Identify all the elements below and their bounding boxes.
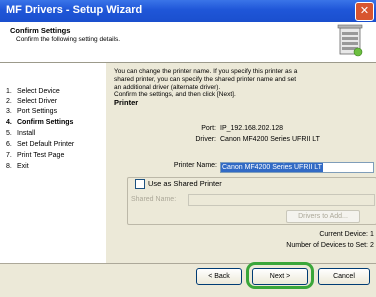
shared-printer-toggle[interactable]: Use as Shared Printer (135, 179, 224, 190)
close-button[interactable]: ✕ (355, 2, 374, 21)
port-label: Port: (201, 125, 216, 132)
current-device-label: Current Device: (319, 231, 368, 238)
step-item: 1. Select Device (6, 88, 60, 95)
page-subtitle: Confirm the following setting details. (16, 36, 121, 43)
shared-name-label: Shared Name: (131, 196, 177, 203)
wizard-header: Confirm Settings Confirm the following s… (0, 22, 376, 63)
step-item: 2. Select Driver (6, 98, 58, 105)
page-title: Confirm Settings (10, 26, 71, 35)
printer-name-input[interactable]: Canon MF4200 Series UFRII LT (220, 162, 374, 173)
driver-value: Canon MF4200 Series UFRII LT (220, 136, 320, 143)
next-button[interactable]: Next > (252, 268, 308, 285)
port-value: IP_192.168.202.128 (220, 125, 284, 132)
back-button[interactable]: < Back (196, 268, 242, 285)
window-title: MF Drivers - Setup Wizard (6, 4, 143, 16)
shared-name-input[interactable] (188, 194, 375, 206)
step-item: 5. Install (6, 130, 36, 137)
devices-to-set-value: 2 (370, 242, 374, 249)
settings-panel: You can change the printer name. If you … (108, 63, 376, 263)
step-item-current: 4. Confirm Settings (6, 119, 74, 126)
printer-name-label: Printer Name: (173, 162, 217, 169)
driver-label: Driver: (195, 136, 216, 143)
printer-name-value: Canon MF4200 Series UFRII LT (221, 163, 323, 172)
printer-setup-icon (336, 24, 364, 60)
footer-divider (0, 263, 376, 264)
setup-wizard-window: MF Drivers - Setup Wizard ✕ Confirm Sett… (0, 0, 376, 297)
step-item: 3. Port Settings (6, 108, 58, 115)
shared-printer-checkbox[interactable] (135, 179, 145, 190)
devices-to-set-label: Number of Devices to Set: (286, 242, 368, 249)
step-item: 6. Set Default Printer (6, 141, 75, 148)
printer-section-label: Printer (114, 98, 139, 107)
current-device-value: 1 (370, 231, 374, 238)
drivers-to-add-button[interactable]: Drivers to Add... (286, 210, 360, 223)
step-item: 8. Exit (6, 163, 29, 170)
title-bar[interactable]: MF Drivers - Setup Wizard ✕ (0, 0, 376, 22)
instructions-text: You can change the printer name. If you … (114, 68, 298, 99)
step-item: 7. Print Test Page (6, 152, 65, 159)
steps-panel: 1. Select Device 2. Select Driver 3. Port S… (0, 63, 106, 263)
cancel-button[interactable]: Cancel (318, 268, 370, 285)
